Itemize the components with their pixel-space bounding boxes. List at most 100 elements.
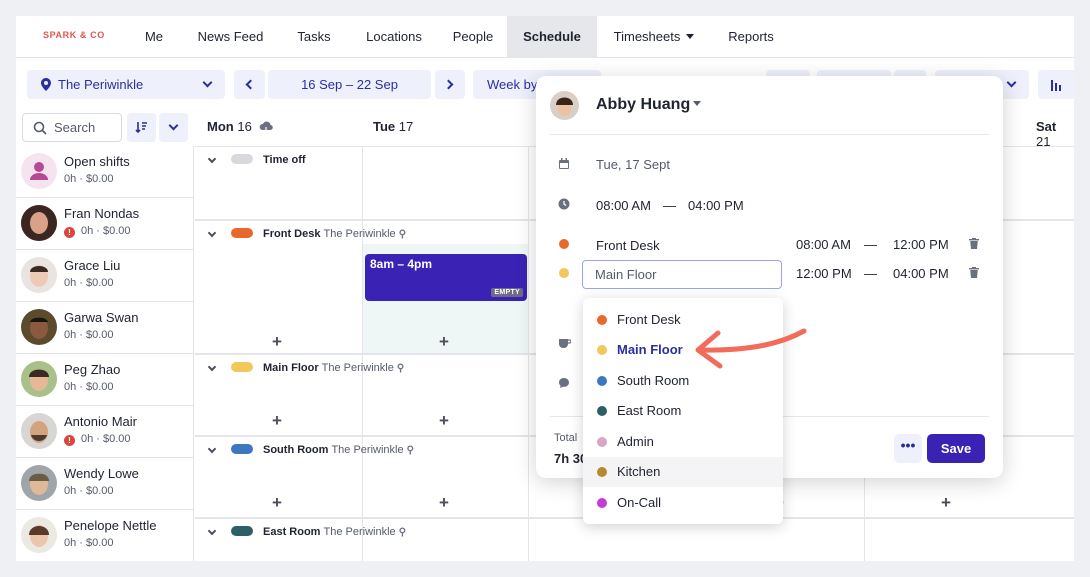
area-color-dot <box>597 437 607 447</box>
employee-row[interactable]: Penelope Nettle 0h · $0.00 <box>16 510 194 561</box>
open-shifts-icon <box>21 153 57 189</box>
add-shift-button[interactable]: + <box>439 411 449 431</box>
employee-hours: ! 0h · $0.00 <box>64 433 131 446</box>
section-header[interactable]: South Room The Periwinkle ⚲ <box>207 444 414 456</box>
add-shift-button[interactable]: + <box>272 332 282 352</box>
area-name[interactable]: Front Desk <box>596 238 660 253</box>
employee-select[interactable]: Abby Huang <box>596 96 702 114</box>
avatar <box>21 361 57 397</box>
chevron-down-icon <box>207 362 217 372</box>
shift-time: 8am – 4pm <box>370 257 433 271</box>
employee-row[interactable]: Grace Liu 0h · $0.00 <box>16 250 194 302</box>
location-pin-icon: ⚲ <box>398 527 407 538</box>
chevron-down-icon <box>168 120 179 131</box>
add-shift-button[interactable]: + <box>941 493 951 513</box>
dropdown-option[interactable]: Admin <box>583 427 783 457</box>
chevron-down-icon <box>207 526 217 536</box>
employee-row[interactable]: Wendy Lowe 0h · $0.00 <box>16 458 194 510</box>
area-end-time[interactable]: 04:00 PM <box>893 266 949 281</box>
employee-name: Open shifts <box>64 154 130 169</box>
date-range[interactable]: 16 Sep – 22 Sep <box>268 70 431 99</box>
sort-options-button[interactable] <box>159 113 188 142</box>
section-header[interactable]: Main Floor The Periwinkle ⚲ <box>207 362 404 374</box>
employee-name: Grace Liu <box>64 258 121 273</box>
employee-hours: 0h · $0.00 <box>64 537 114 549</box>
chevron-down-icon <box>686 34 695 39</box>
section-color <box>231 228 253 238</box>
avatar <box>21 517 57 553</box>
avatar <box>21 413 57 449</box>
nav-schedule[interactable]: Schedule <box>507 16 597 58</box>
trash-icon[interactable] <box>969 267 979 278</box>
dropdown-option[interactable]: On-Call <box>583 488 783 518</box>
chevron-down-icon <box>693 101 702 106</box>
avatar <box>21 257 57 293</box>
area-input[interactable]: Main Floor <box>582 260 782 289</box>
area-color-dot <box>597 406 607 416</box>
employee-hours: ! 0h · $0.00 <box>64 225 131 238</box>
nav-me[interactable]: Me <box>134 16 174 58</box>
clock-icon <box>558 198 570 210</box>
trash-icon[interactable] <box>969 238 979 249</box>
chevron-right-icon <box>443 79 454 90</box>
section-header[interactable]: Time off <box>207 154 306 166</box>
employee-name: Peg Zhao <box>64 362 121 377</box>
add-shift-button[interactable]: + <box>439 493 449 513</box>
chevron-down-icon <box>202 77 213 88</box>
dropdown-option[interactable]: Kitchen <box>583 457 783 487</box>
chevron-left-icon <box>245 79 256 90</box>
nav-tasks[interactable]: Tasks <box>286 16 342 58</box>
location-pin-icon: ⚲ <box>396 363 405 374</box>
area-color-dot <box>597 345 607 355</box>
location-pin-icon: ⚲ <box>406 445 414 456</box>
next-week-button[interactable] <box>435 70 465 99</box>
top-nav: SPARK & CO Me News Feed Tasks Locations … <box>16 16 1074 58</box>
nav-people[interactable]: People <box>444 16 502 58</box>
prev-week-button[interactable] <box>234 70 265 99</box>
add-shift-button[interactable]: + <box>272 411 282 431</box>
dropdown-option[interactable]: East Room <box>583 396 783 426</box>
employee-row[interactable]: Antonio Mair ! 0h · $0.00 <box>16 406 194 458</box>
nav-news-feed[interactable]: News Feed <box>188 16 273 58</box>
shift-date[interactable]: Tue, 17 Sept <box>596 157 670 172</box>
search-input[interactable]: Search <box>22 113 122 142</box>
shift-end-time[interactable]: 04:00 PM <box>688 198 744 213</box>
area-start-time[interactable]: 08:00 AM <box>796 237 851 252</box>
section-header[interactable]: East Room The Periwinkle ⚲ <box>207 526 406 538</box>
search-icon <box>33 121 47 135</box>
nav-reports[interactable]: Reports <box>716 16 786 58</box>
area-end-time[interactable]: 12:00 PM <box>893 237 949 252</box>
shift-start-time[interactable]: 08:00 AM <box>596 198 651 213</box>
employee-name: Wendy Lowe <box>64 466 139 481</box>
section-header[interactable]: Front Desk The Periwinkle ⚲ <box>207 228 406 240</box>
add-shift-button[interactable]: + <box>272 493 282 513</box>
bar-chart-icon <box>1051 80 1061 91</box>
search-placeholder: Search <box>54 120 96 135</box>
add-shift-button[interactable]: + <box>439 332 449 352</box>
location-select[interactable]: The Periwinkle <box>27 70 225 99</box>
dropdown-option-label: Admin <box>617 434 654 449</box>
day-header-mon: Mon 16 <box>207 119 274 134</box>
chevron-down-icon <box>207 444 217 454</box>
area-start-time[interactable]: 12:00 PM <box>796 266 852 281</box>
employee-row[interactable]: Open shifts 0h · $0.00 <box>16 146 194 198</box>
area-color-dot <box>597 376 607 386</box>
brand-logo[interactable]: SPARK & CO <box>43 30 105 40</box>
location-select-label: The Periwinkle <box>58 77 144 92</box>
employee-row[interactable]: Peg Zhao 0h · $0.00 <box>16 354 194 406</box>
chart-view-button[interactable] <box>1038 70 1074 99</box>
save-button[interactable]: Save <box>927 434 985 463</box>
employee-row[interactable]: Garwa Swan 0h · $0.00 <box>16 302 194 354</box>
sort-button[interactable] <box>127 113 156 142</box>
area-color-dot <box>559 239 569 249</box>
section-east-room: East Room The Periwinkle ⚲ <box>195 518 1074 561</box>
nav-timesheets[interactable]: Timesheets <box>606 16 702 58</box>
shift-card[interactable]: 8am – 4pm EMPTY <box>365 254 527 301</box>
nav-locations[interactable]: Locations <box>356 16 432 58</box>
more-options-button[interactable]: ••• <box>894 434 922 463</box>
section-title: South Room <box>263 444 329 456</box>
dropdown-option-label: On-Call <box>617 495 662 510</box>
employee-row[interactable]: Fran Nondas ! 0h · $0.00 <box>16 198 194 250</box>
employee-hours: 0h · $0.00 <box>64 173 114 185</box>
dropdown-option-label: Kitchen <box>617 464 661 479</box>
